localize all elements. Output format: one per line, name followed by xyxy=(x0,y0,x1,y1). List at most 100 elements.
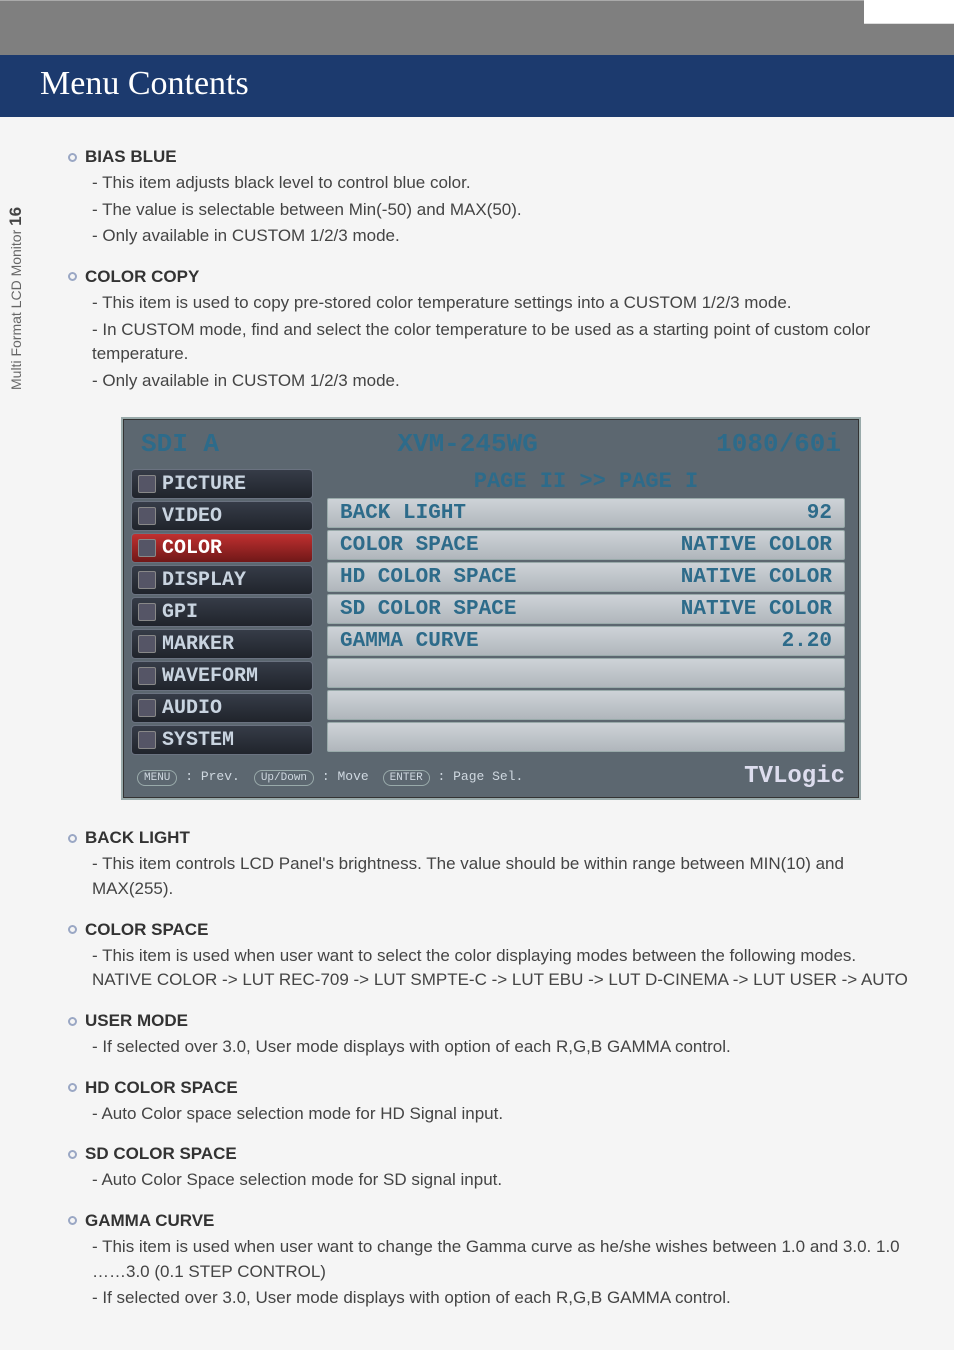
osd-nav-item[interactable]: VIDEO xyxy=(131,501,313,531)
item-line: - In CUSTOM mode, find and select the co… xyxy=(92,318,914,367)
osd-row-label: COLOR SPACE xyxy=(340,534,479,557)
osd-row-label: GAMMA CURVE xyxy=(340,630,479,653)
osd-empty-row xyxy=(327,658,845,688)
header-strip xyxy=(0,0,954,55)
bullet-icon xyxy=(68,153,77,162)
item-title: HD COLOR SPACE xyxy=(85,1078,238,1098)
doc-item: BIAS BLUE - This item adjusts black level… xyxy=(68,147,914,249)
bullet-icon xyxy=(68,834,77,843)
page-corner xyxy=(864,0,954,24)
item-line: - Only available in CUSTOM 1/2/3 mode. xyxy=(92,224,914,249)
osd-row-label: BACK LIGHT xyxy=(340,502,466,525)
item-lines: - This item controls LCD Panel's brightn… xyxy=(68,852,914,901)
bullet-icon xyxy=(68,1150,77,1159)
osd-row[interactable]: BACK LIGHT 92 xyxy=(327,498,845,528)
item-line: - This item adjusts black level to contr… xyxy=(92,171,914,196)
item-line: - This item is used when user want to ch… xyxy=(92,1235,914,1284)
osd-row-value: NATIVE COLOR xyxy=(681,534,832,557)
bullet-icon xyxy=(68,272,77,281)
item-title: COLOR COPY xyxy=(85,267,199,287)
osd-nav-item[interactable]: SYSTEM xyxy=(131,725,313,755)
doc-item: SD COLOR SPACE - Auto Color Space selecti… xyxy=(68,1144,914,1193)
side-tab-page: 16 xyxy=(6,207,25,226)
nav-label: WAVEFORM xyxy=(162,665,258,688)
item-line: - The value is selectable between Min(-5… xyxy=(92,198,914,223)
item-lines: - This item is used when user want to ch… xyxy=(68,1235,914,1311)
content-area: BIAS BLUE - This item adjusts black level… xyxy=(0,117,954,1349)
side-tab: Multi Format LCD Monitor 16 xyxy=(6,207,26,390)
nav-icon xyxy=(138,699,156,717)
osd-nav-item[interactable]: COLOR xyxy=(131,533,313,563)
osd-row-value: 2.20 xyxy=(782,630,832,653)
osd-nav-item[interactable]: DISPLAY xyxy=(131,565,313,595)
item-line: - Auto Color space selection mode for HD… xyxy=(92,1102,914,1127)
item-lines: - This item adjusts black level to contr… xyxy=(68,171,914,249)
item-title: COLOR SPACE xyxy=(85,920,208,940)
doc-item: COLOR SPACE - This item is used when user… xyxy=(68,920,914,993)
item-line: - If selected over 3.0, User mode displa… xyxy=(92,1035,914,1060)
osd-row[interactable]: GAMMA CURVE 2.20 xyxy=(327,626,845,656)
side-tab-text: Multi Format LCD Monitor xyxy=(8,230,24,390)
bullet-icon xyxy=(68,925,77,934)
osd-format: 1080/60i xyxy=(716,429,841,459)
key-menu: MENU xyxy=(137,770,177,786)
doc-item: COLOR COPY - This item is used to copy pr… xyxy=(68,267,914,394)
page-title: Menu Contents xyxy=(0,55,954,117)
item-title: GAMMA CURVE xyxy=(85,1211,214,1231)
nav-icon xyxy=(138,475,156,493)
nav-icon xyxy=(138,667,156,685)
nav-label: COLOR xyxy=(162,537,222,560)
osd-nav: PICTURE VIDEO COLOR DISPLAY GPI MARKER WAVEFOR… xyxy=(127,469,317,757)
item-lines: - This item is used to copy pre-stored c… xyxy=(68,291,914,394)
nav-label: SYSTEM xyxy=(162,729,234,752)
osd-brand: TVLogic xyxy=(744,763,845,790)
nav-icon xyxy=(138,507,156,525)
osd-hints: MENU : Prev. Up/Down : Move ENTER : Page… xyxy=(137,769,523,784)
osd-row-value: 92 xyxy=(807,502,832,525)
bullet-icon xyxy=(68,1216,77,1225)
key-updown: Up/Down xyxy=(254,770,314,786)
osd-row-label: HD COLOR SPACE xyxy=(340,566,516,589)
osd-nav-item[interactable]: PICTURE xyxy=(131,469,313,499)
item-title: SD COLOR SPACE xyxy=(85,1144,237,1164)
osd-row-value: NATIVE COLOR xyxy=(681,566,832,589)
nav-label: DISPLAY xyxy=(162,569,246,592)
item-line: - If selected over 3.0, User mode displa… xyxy=(92,1286,914,1311)
osd-empty-row xyxy=(327,722,845,752)
item-lines: - If selected over 3.0, User mode displa… xyxy=(68,1035,914,1060)
item-title: BACK LIGHT xyxy=(85,828,190,848)
osd-page-indicator: PAGE II >> PAGE I xyxy=(327,469,845,494)
nav-icon xyxy=(138,571,156,589)
osd-row[interactable]: COLOR SPACE NATIVE COLOR xyxy=(327,530,845,560)
item-lines: - Auto Color Space selection mode for SD… xyxy=(68,1168,914,1193)
nav-label: PICTURE xyxy=(162,473,246,496)
osd-nav-item[interactable]: WAVEFORM xyxy=(131,661,313,691)
nav-icon xyxy=(138,603,156,621)
osd-nav-item[interactable]: AUDIO xyxy=(131,693,313,723)
doc-item: GAMMA CURVE - This item is used when user… xyxy=(68,1211,914,1311)
bullet-icon xyxy=(68,1017,77,1026)
item-lines: - This item is used when user want to se… xyxy=(68,944,914,993)
item-title: BIAS BLUE xyxy=(85,147,177,167)
item-line: - This item controls LCD Panel's brightn… xyxy=(92,852,914,901)
nav-icon xyxy=(138,731,156,749)
key-enter: ENTER xyxy=(383,770,430,786)
item-title: USER MODE xyxy=(85,1011,188,1031)
nav-label: AUDIO xyxy=(162,697,222,720)
nav-icon xyxy=(138,635,156,653)
doc-item: HD COLOR SPACE - Auto Color space selecti… xyxy=(68,1078,914,1127)
osd-row[interactable]: HD COLOR SPACE NATIVE COLOR xyxy=(327,562,845,592)
osd-nav-item[interactable]: GPI xyxy=(131,597,313,627)
item-line: - Auto Color Space selection mode for SD… xyxy=(92,1168,914,1193)
osd-input: SDI A xyxy=(141,429,219,459)
osd-row-value: NATIVE COLOR xyxy=(681,598,832,621)
bullet-icon xyxy=(68,1083,77,1092)
osd-row[interactable]: SD COLOR SPACE NATIVE COLOR xyxy=(327,594,845,624)
doc-item: BACK LIGHT - This item controls LCD Panel… xyxy=(68,828,914,901)
nav-label: VIDEO xyxy=(162,505,222,528)
nav-label: GPI xyxy=(162,601,198,624)
osd-row-label: SD COLOR SPACE xyxy=(340,598,516,621)
item-lines: - Auto Color space selection mode for HD… xyxy=(68,1102,914,1127)
osd-nav-item[interactable]: MARKER xyxy=(131,629,313,659)
doc-item: USER MODE - If selected over 3.0, User mo… xyxy=(68,1011,914,1060)
